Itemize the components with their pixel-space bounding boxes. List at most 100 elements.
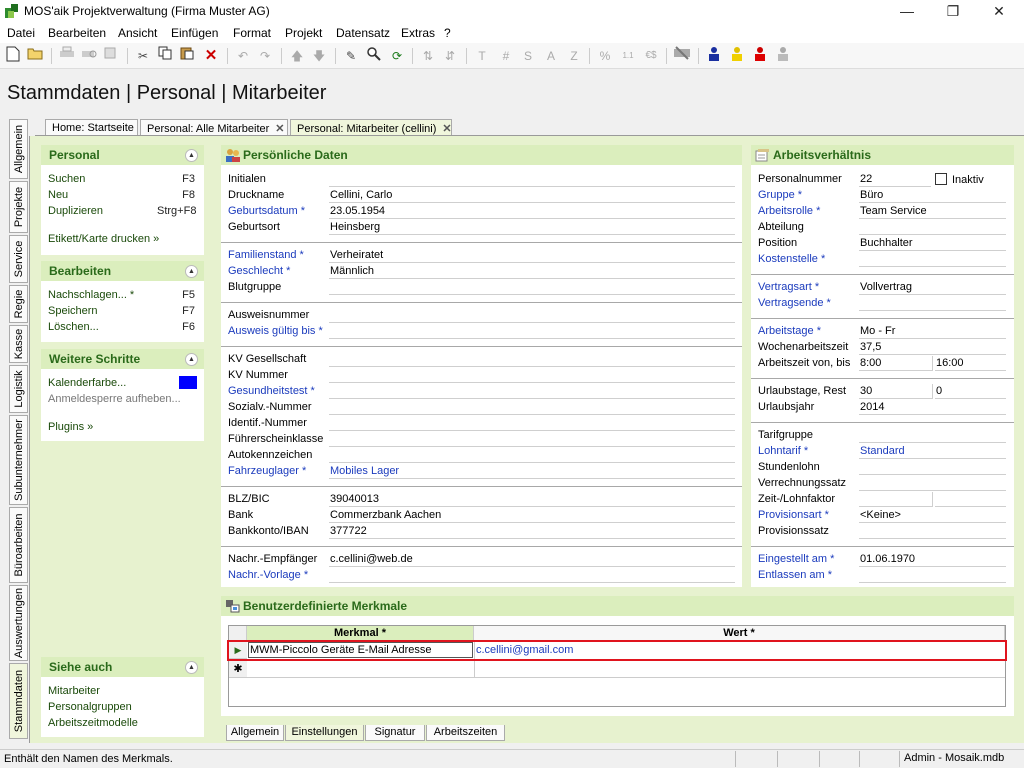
vtab-auswertungen[interactable]: Auswertungen bbox=[9, 585, 28, 661]
menu-projekt[interactable]: Projekt bbox=[285, 26, 322, 40]
field-value[interactable]: 37,5 bbox=[859, 340, 1006, 355]
action-plugins[interactable]: Plugins » bbox=[48, 421, 93, 433]
field-value[interactable]: 377722 bbox=[329, 524, 735, 539]
sort-ascending-icon[interactable]: ⇅ bbox=[418, 46, 438, 66]
format-z-icon[interactable]: Z bbox=[564, 46, 584, 66]
edit-pen-icon[interactable]: ✎ bbox=[341, 46, 361, 66]
field-value[interactable] bbox=[329, 308, 735, 323]
menu-help[interactable]: ? bbox=[444, 26, 451, 40]
field-value[interactable]: 30 bbox=[859, 384, 933, 399]
field-value[interactable] bbox=[329, 368, 735, 383]
field-value[interactable]: Verheiratet bbox=[329, 248, 735, 263]
field-value[interactable]: 22 bbox=[859, 172, 931, 187]
field-value[interactable] bbox=[859, 428, 1006, 443]
field-value[interactable] bbox=[329, 324, 735, 339]
action-nachschlagen[interactable]: Nachschlagen... * bbox=[48, 289, 134, 301]
vtab-bueroarbeiten[interactable]: Büroarbeiten bbox=[9, 507, 28, 583]
new-document-icon[interactable] bbox=[3, 46, 23, 66]
new-row[interactable] bbox=[247, 660, 1005, 677]
field-value-2[interactable]: 16:00 bbox=[935, 356, 1006, 371]
field-value[interactable]: Cellini, Carlo bbox=[329, 188, 735, 203]
action-neu[interactable]: Neu bbox=[48, 189, 68, 201]
user-yellow-icon[interactable] bbox=[727, 46, 747, 66]
bottom-tab-allgemein[interactable]: Allgemein bbox=[226, 725, 284, 741]
field-value[interactable]: Standard bbox=[859, 444, 1006, 459]
field-value[interactable]: Team Service bbox=[859, 204, 1006, 219]
vtab-logistik[interactable]: Logistik bbox=[9, 365, 28, 413]
field-value[interactable] bbox=[859, 296, 1006, 311]
open-folder-icon[interactable] bbox=[25, 46, 45, 66]
field-value[interactable]: Männlich bbox=[329, 264, 735, 279]
field-value[interactable] bbox=[329, 280, 735, 295]
maximize-button[interactable]: ❐ bbox=[930, 0, 976, 23]
paste-icon[interactable] bbox=[177, 46, 197, 66]
panel-weitere-header[interactable]: Weitere Schritte ▲ bbox=[41, 349, 204, 369]
vtab-projekte[interactable]: Projekte bbox=[9, 181, 28, 233]
sort-descending-icon[interactable]: ⇵ bbox=[440, 46, 460, 66]
copy-icon[interactable] bbox=[155, 46, 175, 66]
field-value[interactable] bbox=[859, 460, 1006, 475]
format-a-icon[interactable]: A bbox=[541, 46, 561, 66]
field-value[interactable]: c.cellini@web.de bbox=[329, 552, 735, 567]
vtab-allgemein[interactable]: Allgemein bbox=[9, 119, 28, 179]
action-loeschen[interactable]: Löschen... bbox=[48, 321, 99, 333]
field-value[interactable] bbox=[329, 384, 735, 399]
tab-close-icon[interactable]: ✕ bbox=[275, 123, 284, 135]
undo-icon[interactable]: ↶ bbox=[233, 46, 253, 66]
find-icon[interactable] bbox=[364, 46, 384, 66]
bottom-tab-einstellungen[interactable]: Einstellungen bbox=[285, 725, 364, 741]
currency-icon[interactable]: €$ bbox=[641, 46, 661, 66]
action-anmeldesperre[interactable]: Anmeldesperre aufheben... bbox=[48, 393, 181, 405]
bottom-tab-arbeitszeiten[interactable]: Arbeitszeiten bbox=[426, 725, 505, 741]
tab-home-startseite[interactable]: Home: Startseite bbox=[45, 119, 138, 136]
cut-icon[interactable]: ✂ bbox=[133, 46, 153, 66]
action-suchen[interactable]: Suchen bbox=[48, 173, 85, 185]
field-value-2[interactable]: 0 bbox=[935, 384, 1006, 399]
field-value[interactable]: <Keine> bbox=[859, 508, 1006, 523]
vtab-stammdaten[interactable]: Stammdaten bbox=[9, 663, 28, 739]
field-value[interactable] bbox=[859, 476, 1006, 491]
field-value[interactable]: Büro bbox=[859, 188, 1006, 203]
field-value[interactable]: 01.06.1970 bbox=[859, 552, 1006, 567]
user-grey-icon[interactable] bbox=[773, 46, 793, 66]
field-value[interactable] bbox=[859, 568, 1006, 583]
action-kalenderfarbe[interactable]: Kalenderfarbe... bbox=[48, 377, 126, 389]
field-value[interactable]: 23.05.1954 bbox=[329, 204, 735, 219]
collapse-icon[interactable]: ▲ bbox=[185, 149, 198, 162]
action-duplizieren[interactable]: Duplizieren bbox=[48, 205, 103, 217]
panel-siehe-header[interactable]: Siehe auch ▲ bbox=[41, 657, 204, 677]
inaktiv-checkbox[interactable] bbox=[935, 173, 947, 185]
vtab-subunternehmer[interactable]: Subunternehmer bbox=[9, 415, 28, 505]
link-personalgruppen[interactable]: Personalgruppen bbox=[48, 701, 132, 713]
field-value[interactable] bbox=[329, 400, 735, 415]
tools-icon[interactable] bbox=[672, 46, 692, 66]
collapse-icon[interactable]: ▲ bbox=[185, 353, 198, 366]
print-icon[interactable] bbox=[57, 46, 77, 66]
field-value[interactable]: 39040013 bbox=[329, 492, 735, 507]
menu-format[interactable]: Format bbox=[233, 26, 271, 40]
link-arbeitszeitmodelle[interactable]: Arbeitszeitmodelle bbox=[48, 717, 138, 729]
field-value[interactable]: Commerzbank Aachen bbox=[329, 508, 735, 523]
action-etikett-drucken[interactable]: Etikett/Karte drucken » bbox=[48, 233, 159, 245]
field-value[interactable]: Buchhalter bbox=[859, 236, 1006, 251]
percent-icon[interactable]: % bbox=[595, 46, 615, 66]
redo-icon[interactable]: ↷ bbox=[255, 46, 275, 66]
arrow-down-icon[interactable]: 🡇 bbox=[309, 46, 329, 66]
vtab-service[interactable]: Service bbox=[9, 235, 28, 283]
field-value[interactable]: Mo - Fr bbox=[859, 324, 1006, 339]
calendar-color-swatch[interactable] bbox=[179, 376, 197, 389]
field-value[interactable] bbox=[329, 172, 735, 187]
menu-datei[interactable]: Datei bbox=[7, 26, 35, 40]
field-value[interactable] bbox=[329, 416, 735, 431]
delete-icon[interactable]: ✕ bbox=[201, 46, 221, 66]
export-icon[interactable] bbox=[101, 46, 121, 66]
column-header-merkmal[interactable]: Merkmal * bbox=[247, 626, 474, 640]
field-value[interactable] bbox=[329, 568, 735, 583]
action-speichern[interactable]: Speichern bbox=[48, 305, 98, 317]
close-button[interactable]: ✕ bbox=[976, 0, 1022, 23]
field-value-2[interactable] bbox=[935, 492, 1006, 507]
menu-datensatz[interactable]: Datensatz bbox=[336, 26, 390, 40]
column-header-wert[interactable]: Wert * bbox=[474, 626, 1005, 640]
menu-bearbeiten[interactable]: Bearbeiten bbox=[48, 26, 106, 40]
field-value[interactable] bbox=[859, 252, 1006, 267]
